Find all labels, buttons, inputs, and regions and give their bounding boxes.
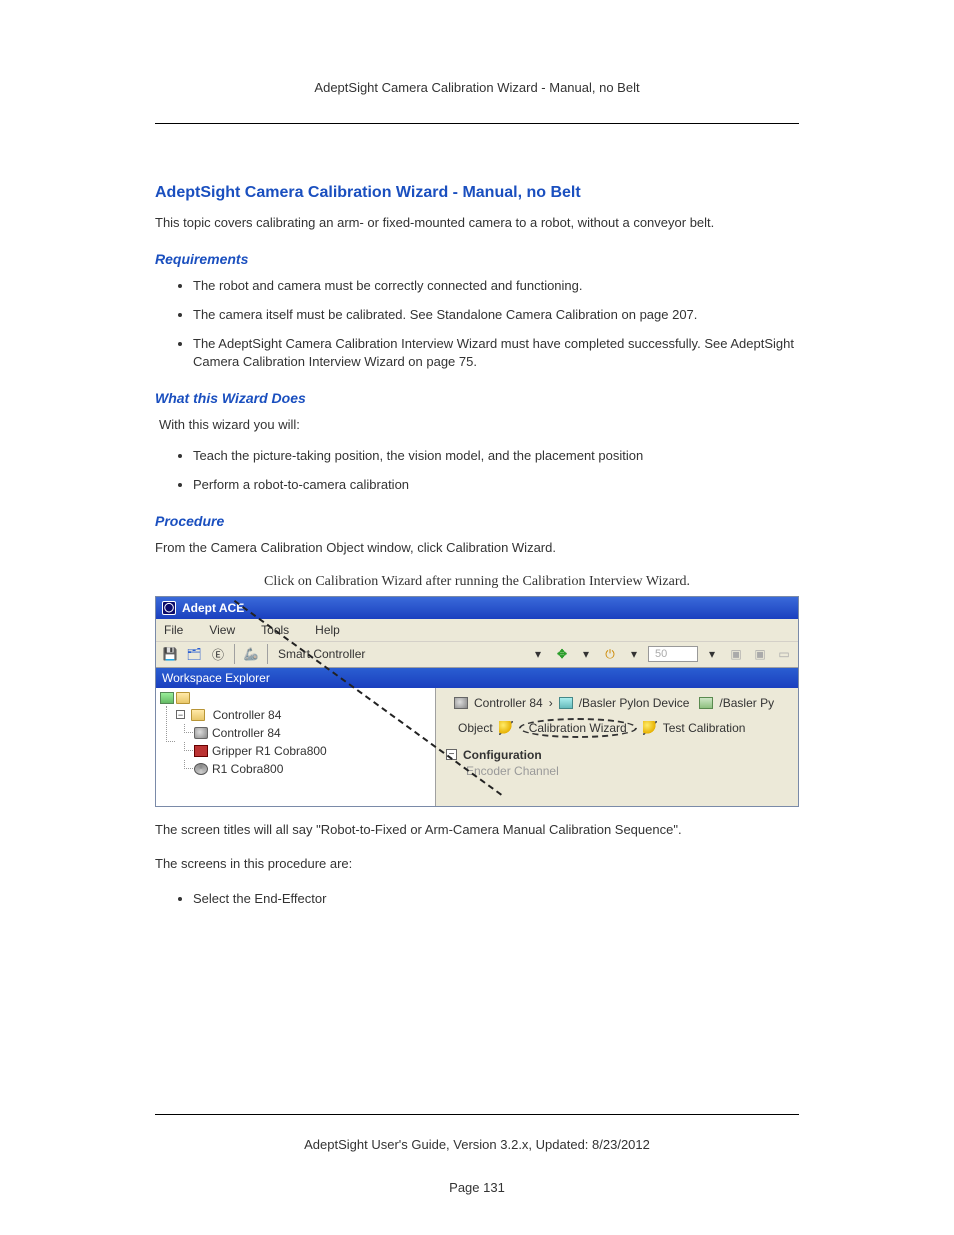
list-item: The camera itself must be calibrated. Se… — [193, 306, 799, 325]
menu-bar: File View Tools Help — [156, 619, 798, 642]
what-heading: What this Wizard Does — [155, 390, 799, 406]
footer-text: AdeptSight User's Guide, Version 3.2.x, … — [155, 1137, 799, 1152]
folder-icon[interactable] — [176, 692, 190, 704]
encoder-channel-row: Encoder Channel — [436, 764, 798, 778]
procedure-intro: From the Camera Calibration Object windo… — [155, 539, 799, 558]
list-item: The robot and camera must be correctly c… — [193, 277, 799, 296]
app-icon: ◯ — [162, 601, 176, 615]
wizard-icon — [499, 721, 513, 735]
robot-icon — [194, 763, 208, 775]
save-icon[interactable]: 💾 — [160, 644, 180, 664]
tree-node[interactable]: Controller 84 — [194, 724, 433, 742]
requirements-heading: Requirements — [155, 251, 799, 267]
view-icon[interactable] — [160, 692, 174, 704]
menu-tools[interactable]: Tools — [261, 623, 289, 637]
workspace-explorer-title: Workspace Explorer — [156, 668, 798, 688]
power-icon[interactable]: ⏻ — [600, 644, 620, 664]
tool-icon[interactable]: ▣ — [726, 644, 746, 664]
robot-icon[interactable]: 🦾 — [241, 644, 261, 664]
footer-rule — [155, 1114, 799, 1115]
breadcrumb-item[interactable]: Controller 84 — [474, 696, 543, 710]
after-figure-2: The screens in this procedure are: — [155, 855, 799, 874]
collapse-icon[interactable]: − — [446, 749, 457, 760]
page-title: AdeptSight Camera Calibration Wizard - M… — [155, 184, 799, 202]
figure-caption: Click on Calibration Wizard after runnin… — [155, 574, 799, 590]
object-label: Object — [458, 721, 493, 735]
dropdown-icon[interactable]: ▾ — [624, 644, 644, 664]
tool-icon[interactable]: ▣ — [750, 644, 770, 664]
tree-label: Controller 84 — [213, 708, 282, 722]
camera-icon — [559, 697, 573, 709]
gripper-icon — [194, 745, 208, 757]
intro-text: This topic covers calibrating an arm- or… — [155, 214, 799, 233]
app-title: Adept ACE — [182, 601, 244, 615]
breadcrumb-item[interactable]: /Basler Pylon Device — [579, 696, 690, 710]
speed-field[interactable]: 50 — [648, 646, 698, 662]
folder-icon — [191, 709, 205, 721]
toolbar: 💾 🗂 Ⓔ 🦾 Smart Controller ▾ ✥ ▾ ⏻ ▾ 50 ▾ … — [156, 642, 798, 668]
run-icon[interactable]: ✥ — [552, 644, 572, 664]
smart-controller-label: Smart Controller — [274, 647, 369, 661]
tree-node[interactable]: Gripper R1 Cobra800 — [194, 742, 433, 760]
list-item: Teach the picture-taking position, the v… — [193, 447, 799, 466]
breadcrumb: Controller 84 › /Basler Pylon Device /Ba… — [436, 694, 798, 716]
separator — [267, 644, 268, 664]
content-panel: Controller 84 › /Basler Pylon Device /Ba… — [436, 688, 798, 806]
dropdown-icon[interactable]: ▾ — [576, 644, 596, 664]
configuration-row[interactable]: − Configuration — [436, 746, 798, 764]
what-list: Teach the picture-taking position, the v… — [155, 447, 799, 495]
save-all-icon[interactable]: 🗂 — [184, 644, 204, 664]
object-actions: Object Calibration Wizard Test Calibrati… — [436, 716, 798, 746]
test-calibration-button[interactable]: Test Calibration — [663, 721, 746, 735]
list-item: Perform a robot-to-camera calibration — [193, 476, 799, 495]
dropdown-icon[interactable]: ▾ — [702, 644, 722, 664]
breadcrumb-item[interactable]: /Basler Py — [719, 696, 774, 710]
list-item: The AdeptSight Camera Calibration Interv… — [193, 335, 799, 373]
menu-view[interactable]: View — [209, 623, 235, 637]
menu-file[interactable]: File — [164, 623, 183, 637]
emulation-icon[interactable]: Ⓔ — [208, 644, 228, 664]
configuration-label: Configuration — [463, 748, 542, 762]
dropdown-icon[interactable]: ▾ — [528, 644, 548, 664]
tool-icon[interactable]: ▭ — [774, 644, 794, 664]
list-item: Select the End-Effector — [193, 890, 799, 909]
tree-node-root[interactable]: − Controller 84 Controller 84 Gripper R1… — [176, 706, 433, 778]
tree-label: Gripper R1 Cobra800 — [212, 744, 327, 758]
requirements-list: The robot and camera must be correctly c… — [155, 277, 799, 372]
app-window: ◯ Adept ACE File View Tools Help 💾 🗂 Ⓔ 🦾… — [155, 596, 799, 807]
tree: − Controller 84 Controller 84 Gripper R1… — [158, 706, 433, 778]
tree-panel: − Controller 84 Controller 84 Gripper R1… — [156, 688, 436, 806]
procedure-heading: Procedure — [155, 513, 799, 529]
what-intro: With this wizard you will: — [159, 416, 799, 435]
separator — [234, 644, 235, 664]
title-bar: ◯ Adept ACE — [156, 597, 798, 619]
menu-help[interactable]: Help — [315, 623, 340, 637]
wizard-icon — [643, 721, 657, 735]
page-header: AdeptSight Camera Calibration Wizard - M… — [155, 80, 799, 124]
tree-label: Controller 84 — [212, 726, 281, 740]
breadcrumb-sep: › — [549, 696, 553, 710]
calibration-wizard-button[interactable]: Calibration Wizard — [519, 718, 637, 738]
tree-label: R1 Cobra800 — [212, 762, 283, 776]
controller-icon — [454, 697, 468, 709]
page-number: Page 131 — [155, 1180, 799, 1195]
image-icon — [699, 697, 713, 709]
tree-node[interactable]: R1 Cobra800 — [194, 760, 433, 778]
procedure-screens-list: Select the End-Effector — [155, 890, 799, 909]
controller-icon — [194, 727, 208, 739]
after-figure-1: The screen titles will all say "Robot-to… — [155, 821, 799, 840]
